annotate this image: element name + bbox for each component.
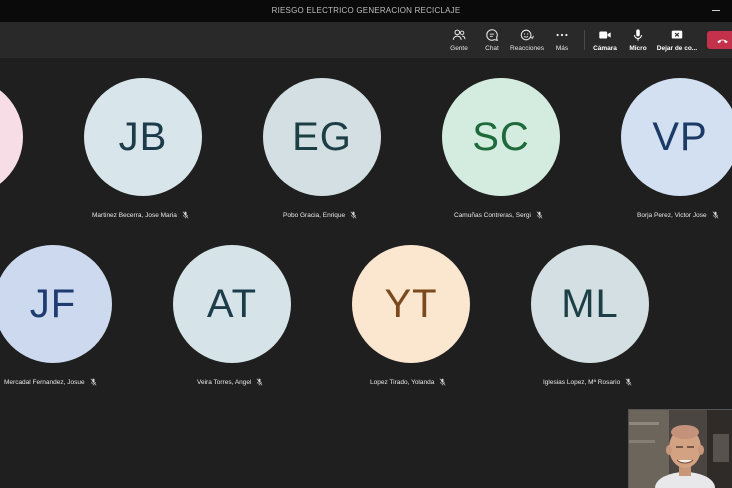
stop-sharing-button[interactable]: Dejar de co... <box>655 25 699 55</box>
stop-share-icon <box>671 30 683 39</box>
participant-avatar: VP <box>621 78 732 196</box>
participant-avatar: SC <box>442 78 560 196</box>
mic-muted-icon <box>90 378 96 386</box>
camera-button[interactable]: Cámara <box>591 25 619 55</box>
participant-avatar: JB <box>84 78 202 196</box>
mic-muted-icon <box>257 378 263 386</box>
participant-name: Mercadal Fernandez, Josue <box>4 378 85 386</box>
microphone-icon <box>633 29 643 41</box>
participant-name-row: Pobo Gracia, Enrique <box>283 209 357 221</box>
self-video-preview[interactable] <box>628 409 732 488</box>
camera-icon <box>599 31 611 39</box>
hang-up-button[interactable] <box>707 31 732 49</box>
reactions-icon <box>520 29 534 41</box>
participant-name-row: Camuñas Contreras, Sergi <box>454 209 543 221</box>
participant-name: Pobo Gracia, Enrique <box>283 211 346 219</box>
phone-hangup-icon <box>717 39 728 43</box>
participant-avatar: JF <box>0 245 112 363</box>
more-icon <box>556 33 568 37</box>
participant-name: Iglesias Lopez, Mª Rosario <box>543 378 621 386</box>
mic-muted-icon <box>350 211 357 219</box>
more-button[interactable]: Más <box>552 25 572 55</box>
participant-name: Veira Torres, Angel <box>197 378 252 386</box>
microphone-button[interactable]: Micro <box>627 25 649 55</box>
people-button[interactable]: Gente <box>447 25 471 55</box>
minimize-button[interactable] <box>712 10 720 11</box>
participant-avatar: AT <box>173 245 291 363</box>
mic-muted-icon <box>439 378 446 386</box>
participant-name: Borja Perez, Victor Jose <box>637 211 707 219</box>
chat-label: Chat <box>485 45 499 52</box>
chat-button[interactable]: Chat <box>481 25 503 55</box>
self-video-image <box>629 410 732 488</box>
more-label: Más <box>555 45 569 52</box>
chat-icon <box>486 29 498 41</box>
mic-muted-icon <box>712 211 719 219</box>
meeting-title: RIESGO ELECTRICO GENERACION RECICLAJE <box>271 6 461 15</box>
title-bar: RIESGO ELECTRICO GENERACION RECICLAJE <box>0 0 732 22</box>
participant-name: Martinez Becerra, Jose Maria <box>92 211 177 219</box>
participant-name-row: Borja Perez, Victor Jose <box>637 209 719 221</box>
meeting-toolbar: Gente Chat Reacciones Más Cámara Micro D… <box>0 22 732 58</box>
participant-name-row: Mercadal Fernandez, Josue <box>4 376 97 388</box>
people-label: Gente <box>450 45 468 52</box>
participant-name-row: Lopez Tirado, Yolanda <box>370 376 446 388</box>
mic-muted-icon <box>536 211 543 219</box>
participant-avatar: YT <box>352 245 470 363</box>
mic-muted-icon <box>625 378 632 386</box>
participant-name: Camuñas Contreras, Sergi <box>454 211 531 219</box>
participant-avatar: ML <box>531 245 649 363</box>
toolbar-divider <box>584 30 585 50</box>
participant-avatar <box>0 78 23 196</box>
participant-name-row: Martinez Becerra, Jose Maria <box>92 209 189 221</box>
reactions-label: Reacciones <box>510 45 544 52</box>
reactions-button[interactable]: Reacciones <box>509 25 545 55</box>
participant-grid: ...JBMartinez Becerra, Jose MariaEGPobo … <box>0 58 732 488</box>
participant-name: Lopez Tirado, Yolanda <box>370 378 435 386</box>
participant-name-row: Veira Torres, Angel <box>197 376 263 388</box>
microphone-label: Micro <box>629 45 647 52</box>
participant-name-row: Iglesias Lopez, Mª Rosario <box>543 376 632 388</box>
mic-muted-icon <box>182 211 189 219</box>
people-icon <box>452 29 466 40</box>
participant-avatar: EG <box>263 78 381 196</box>
camera-label: Cámara <box>593 45 617 52</box>
stop-sharing-label: Dejar de co... <box>656 45 698 52</box>
teams-meeting-window: RIESGO ELECTRICO GENERACION RECICLAJE Ge… <box>0 0 732 488</box>
